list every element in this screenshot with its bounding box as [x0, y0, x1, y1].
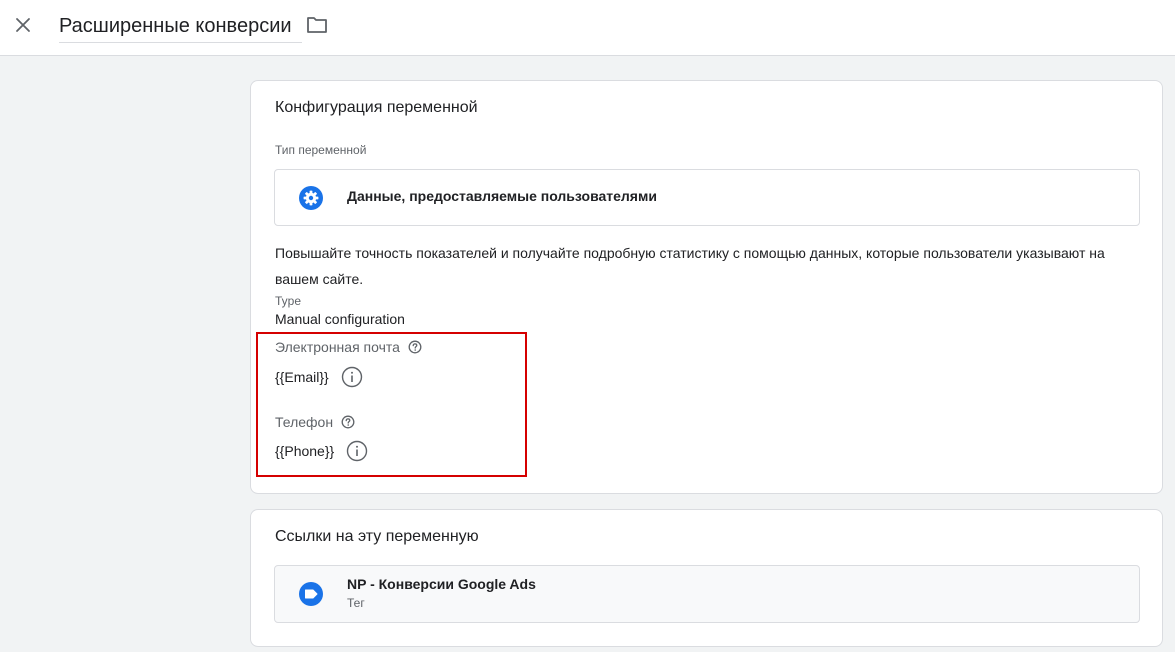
- email-field-label: Электронная почта: [275, 339, 422, 355]
- email-value-text: {{Email}}: [275, 369, 329, 385]
- help-circle-icon[interactable]: [408, 340, 422, 354]
- close-icon: [16, 18, 30, 32]
- type-field-value: Manual configuration: [275, 311, 405, 327]
- page-title: Расширенные конверсии: [59, 15, 292, 37]
- close-button[interactable]: [9, 11, 37, 39]
- card-title: Конфигурация переменной: [275, 99, 478, 116]
- top-bar: Расширенные конверсии: [0, 0, 1175, 56]
- variable-type-label: Тип переменной: [275, 143, 367, 157]
- folder-icon: [307, 17, 327, 33]
- phone-value-text: {{Phone}}: [275, 443, 335, 459]
- reference-name: NP - Конверсии Google Ads: [347, 576, 536, 592]
- variable-type-selector[interactable]: Данные, предоставляемые пользователями: [274, 169, 1140, 226]
- reference-item[interactable]: NP - Конверсии Google Ads Тег: [274, 565, 1140, 623]
- variable-configuration-card: Конфигурация переменной Тип переменной Д…: [250, 80, 1163, 494]
- reference-kind: Тег: [347, 596, 365, 610]
- variable-description: Повышайте точность показателей и получай…: [275, 245, 1105, 287]
- help-circle-icon[interactable]: [341, 415, 355, 429]
- type-field-label: Type: [275, 294, 302, 308]
- references-title: Ссылки на эту переменную: [275, 528, 479, 545]
- info-icon[interactable]: [341, 366, 363, 388]
- variable-type-name: Данные, предоставляемые пользователями: [347, 188, 657, 204]
- email-field-value: {{Email}}: [275, 366, 363, 388]
- info-icon[interactable]: [346, 440, 368, 462]
- email-label-text: Электронная почта: [275, 339, 400, 355]
- phone-field-value: {{Phone}}: [275, 440, 368, 462]
- gear-icon: [299, 186, 323, 210]
- phone-field-label: Телефон: [275, 414, 355, 430]
- title-field[interactable]: Расширенные конверсии: [59, 12, 302, 43]
- references-card: Ссылки на эту переменную NP - Конверсии …: [250, 509, 1163, 647]
- phone-label-text: Телефон: [275, 414, 334, 430]
- tag-icon: [299, 582, 323, 606]
- folder-button[interactable]: [305, 13, 329, 37]
